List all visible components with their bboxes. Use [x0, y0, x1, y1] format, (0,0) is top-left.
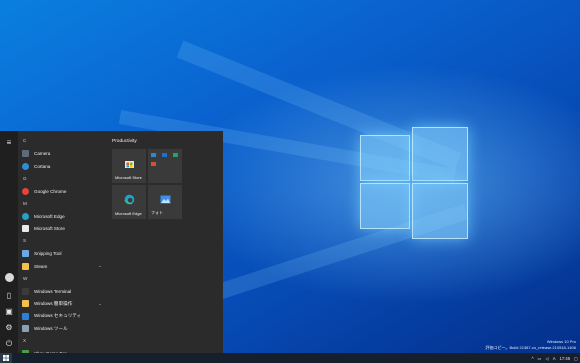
- system-tray: ^ ▭ ◁ A 17:46 ▢: [530, 353, 580, 363]
- ime-indicator[interactable]: A: [553, 356, 556, 361]
- windows-logo: [360, 127, 468, 239]
- start-rail: ≡ ▯ ▣ ⚙ ⏻: [0, 131, 18, 353]
- app-list-item[interactable]: Windows ツール: [18, 323, 106, 335]
- outlook-icon: [151, 153, 156, 157]
- scissors-icon: [22, 250, 29, 257]
- app-list-item[interactable]: Cortana: [18, 160, 106, 172]
- word-icon: [162, 153, 167, 157]
- excel-icon: [173, 153, 178, 157]
- cortana-icon: [22, 162, 29, 170]
- app-label: Windows 簡単操作: [34, 300, 73, 306]
- chevron-down-icon[interactable]: ⌄: [98, 263, 102, 269]
- tile-label: Microsoft Store: [115, 175, 142, 180]
- app-list-item[interactable]: Snipping Tool: [18, 248, 106, 260]
- app-label: Windows ツール: [34, 325, 68, 331]
- app-list[interactable]: C Camera Cortana G Google Chrome M Microsoft E…: [18, 131, 106, 353]
- terminal-icon: [22, 287, 29, 295]
- notification-icon[interactable]: ▢: [574, 356, 578, 361]
- gear-icon[interactable]: ⚙: [3, 321, 15, 333]
- gear-icon: [22, 325, 29, 332]
- avatar[interactable]: [3, 271, 15, 283]
- section-letter[interactable]: S: [23, 238, 26, 243]
- section-letter[interactable]: X: [23, 338, 26, 343]
- app-label: Microsoft Store: [34, 226, 65, 231]
- powerpoint-icon: [151, 162, 156, 166]
- tile-microsoft-store[interactable]: Microsoft Store: [112, 149, 146, 183]
- app-label: Microsoft Edge: [34, 213, 65, 219]
- section-letter[interactable]: C: [23, 138, 26, 143]
- document-icon[interactable]: ▯: [3, 289, 15, 301]
- app-label: Steam: [34, 263, 48, 269]
- app-list-item[interactable]: Camera: [18, 148, 106, 160]
- tile-label: フォト: [151, 210, 163, 215]
- camera-icon: [22, 150, 29, 157]
- app-list-item[interactable]: Microsoft Edge: [18, 210, 106, 222]
- hamburger-icon[interactable]: ≡: [3, 136, 15, 148]
- edge-icon: [123, 193, 135, 205]
- app-list-item[interactable]: Windows Terminal: [18, 285, 106, 297]
- start-menu: ≡ ▯ ▣ ⚙ ⏻ C Camera Cortana G Google Chrome M M…: [0, 131, 223, 353]
- volume-icon[interactable]: ◁: [546, 356, 549, 361]
- app-label: Google Chrome: [34, 188, 67, 194]
- shield-icon: [22, 312, 29, 320]
- folder-icon: [22, 300, 29, 307]
- clock[interactable]: 17:46: [560, 356, 570, 361]
- tiles-area: Productivity Microsoft Store Microsoft E…: [110, 131, 223, 353]
- edge-icon: [22, 212, 29, 220]
- folder-icon: [22, 262, 29, 270]
- store-icon: [22, 225, 29, 232]
- app-list-item[interactable]: Steam ⌄: [18, 260, 106, 272]
- app-label: Snipping Tool: [34, 251, 62, 256]
- photos-icon: [159, 193, 171, 205]
- app-list-item[interactable]: Google Chrome: [18, 185, 106, 197]
- app-list-item[interactable]: Windows 簡単操作 ⌄: [18, 298, 106, 310]
- start-button[interactable]: [0, 353, 12, 363]
- app-label: Windows セキュリティ: [34, 313, 82, 318]
- picture-icon[interactable]: ▣: [3, 305, 15, 317]
- taskbar: ^ ▭ ◁ A 17:46 ▢: [0, 353, 580, 363]
- power-icon[interactable]: ⏻: [3, 338, 15, 350]
- chevron-down-icon[interactable]: ⌄: [98, 301, 102, 307]
- tile-microsoft-edge[interactable]: Microsoft Edge: [112, 185, 146, 219]
- app-label: Camera: [34, 151, 51, 156]
- tile-photos[interactable]: フォト: [148, 185, 182, 219]
- windows-start-icon: [3, 355, 9, 361]
- app-label: Cortana: [34, 163, 51, 169]
- app-list-item[interactable]: Microsoft Store: [18, 223, 106, 235]
- tile-label: Microsoft Edge: [115, 211, 142, 216]
- app-label: Windows Terminal: [34, 288, 72, 294]
- watermark-build: 評価コピー。Build 21387.co_release.210518-1406: [485, 345, 576, 350]
- watermark-edition: Windows 10 Pro: [546, 339, 576, 344]
- app-list-item[interactable]: Windows セキュリティ: [18, 310, 106, 322]
- section-letter[interactable]: M: [23, 201, 27, 206]
- network-icon[interactable]: ▭: [538, 356, 542, 361]
- tray-chevron-icon[interactable]: ^: [532, 356, 534, 361]
- section-letter[interactable]: W: [23, 276, 27, 281]
- tile-group-title: Productivity: [112, 139, 137, 144]
- store-icon: [123, 157, 135, 169]
- section-letter[interactable]: G: [23, 176, 27, 181]
- tile-mixed-apps[interactable]: [148, 149, 182, 183]
- chrome-icon: [22, 187, 29, 195]
